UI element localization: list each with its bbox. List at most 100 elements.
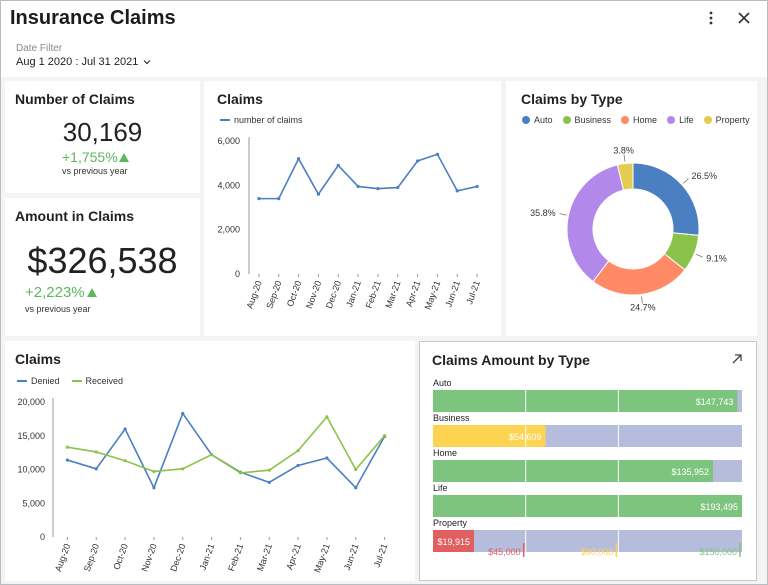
- x-tick-label: Mar-21: [255, 542, 274, 572]
- slice-value-label: 24.7%: [630, 302, 656, 312]
- kpi-amount-in-claims-card[interactable]: Amount in Claims $326,538 +2,223% vs pre…: [5, 198, 200, 336]
- kpi-amount-sub: vs previous year: [25, 304, 91, 314]
- data-point: [396, 185, 400, 190]
- y-tick-label: 10,000: [17, 465, 45, 475]
- x-tick-label: Feb-21: [364, 279, 383, 309]
- x-tick-label: Jul-21: [372, 542, 390, 568]
- slice-leader-line: [683, 178, 689, 184]
- x-tick-label: Jun-21: [342, 542, 361, 571]
- date-filter-value: Aug 1 2020 : Jul 31 2021: [16, 56, 139, 68]
- kpi-claims-sub: vs previous year: [62, 166, 128, 176]
- data-point: [257, 197, 261, 201]
- data-point: [325, 415, 329, 419]
- x-tick-label: Oct-20: [111, 542, 130, 571]
- slice-leader-line: [695, 253, 703, 258]
- data-point: [296, 463, 300, 468]
- bar-value-label: $193,495: [700, 502, 738, 512]
- data-point: [325, 456, 329, 460]
- data-point: [65, 445, 70, 449]
- x-tick-label: Dec-20: [324, 279, 343, 310]
- data-point: [267, 480, 271, 484]
- bar-life: [433, 495, 742, 517]
- x-tick-label: Dec-20: [168, 542, 187, 573]
- threshold-label: $150,000: [699, 547, 737, 557]
- arrow-up-icon: [86, 288, 97, 297]
- donut-slice-auto: [632, 162, 700, 236]
- data-point: [415, 159, 420, 163]
- bar-value-label: $135,952: [672, 467, 710, 477]
- series-line-received: [67, 415, 386, 474]
- bar-category-label: Business: [433, 413, 470, 423]
- x-tick-label: Sep-20: [82, 542, 101, 573]
- x-tick-label: May-21: [312, 542, 332, 574]
- bar-value-label: $147,743: [696, 397, 734, 407]
- series-line-number-of-claims: [258, 153, 478, 200]
- x-tick-label: Jan-21: [344, 279, 363, 308]
- x-tick-label: Jul-21: [464, 279, 482, 305]
- y-tick-label: 2,000: [217, 225, 240, 235]
- bar-value-label: $19,915: [437, 537, 470, 547]
- bar-category-label: Life: [433, 483, 448, 493]
- kpi-amount-value: $326,538: [27, 240, 178, 281]
- x-tick-label: May-21: [423, 279, 443, 311]
- data-point: [316, 192, 321, 196]
- data-point: [209, 453, 214, 457]
- data-point: [123, 459, 127, 463]
- dashboard-header: Insurance Claims Date Filter Aug 1 2020 …: [1, 1, 767, 77]
- x-tick-label: Nov-20: [139, 542, 158, 573]
- x-tick-label: Mar-21: [383, 279, 402, 309]
- data-point: [296, 157, 301, 161]
- bar-category-label: Auto: [433, 378, 452, 388]
- slice-leader-line: [559, 213, 567, 216]
- threshold-label: $45,000: [488, 547, 521, 557]
- bar-auto: [433, 390, 738, 412]
- data-point: [267, 468, 271, 472]
- threshold-label: $90,000: [581, 547, 614, 557]
- y-tick-label: 4,000: [217, 180, 240, 190]
- kpi-amount-delta: +2,223%: [25, 284, 97, 301]
- more-options-icon[interactable]: [702, 9, 720, 27]
- data-point: [152, 486, 156, 490]
- data-point: [123, 427, 127, 431]
- claims-dual-line-chart: 0 5,000 10,000 15,000 20,000 Aug-20 Sep-20 Oct-…: [17, 397, 390, 574]
- series-line-denied: [67, 411, 386, 490]
- slice-value-label: 35.8%: [530, 208, 556, 218]
- claims-by-type-card[interactable]: Claims by Type Auto Business Home Life Prope…: [506, 81, 757, 336]
- date-filter-label: Date Filter: [16, 43, 63, 54]
- y-tick-label: 0: [235, 269, 240, 279]
- claims-line-chart-card[interactable]: Claims number of claims 0 2,000 4,000 6,000…: [204, 81, 501, 336]
- claims-amount-by-type-card[interactable]: Claims Amount by Type Auto $147,743 Busine…: [419, 341, 757, 581]
- kpi-claims-title: Number of Claims: [15, 91, 135, 107]
- amount-by-type-bullet-chart: Auto $147,743 Business $54,609 Home $135,952 L…: [433, 378, 742, 557]
- donut-slice-life: [566, 164, 625, 283]
- data-point: [65, 458, 70, 462]
- claims-denied-received-card[interactable]: Claims Denied Received 0 5,000 10,000 15,00…: [5, 341, 415, 581]
- data-point: [238, 471, 243, 475]
- y-tick-label: 0: [40, 532, 45, 542]
- x-tick-label: Apr-21: [404, 279, 423, 308]
- y-tick-label: 5,000: [22, 498, 45, 508]
- claims-line-chart: 0 2,000 4,000 6,000 Aug-20 Sep-20 Oct-20 Nov-20…: [217, 136, 482, 311]
- data-point: [354, 467, 358, 472]
- bar-category-label: Property: [433, 518, 468, 528]
- y-tick-label: 20,000: [17, 397, 45, 407]
- data-point: [336, 163, 340, 167]
- x-tick-label: Jan-21: [198, 542, 217, 571]
- slice-value-label: 9.1%: [706, 253, 727, 263]
- data-point: [296, 449, 300, 453]
- close-icon[interactable]: [735, 9, 753, 27]
- slice-value-label: 26.5%: [691, 171, 717, 181]
- kpi-number-of-claims-card[interactable]: Number of Claims 30,169 +1,755% vs previ…: [5, 81, 200, 193]
- data-point: [181, 467, 185, 471]
- x-tick-label: Oct-20: [285, 279, 304, 308]
- data-point: [435, 152, 440, 156]
- x-tick-label: Aug-20: [53, 542, 72, 573]
- x-tick-label: Jun-21: [443, 279, 462, 308]
- date-filter-dropdown[interactable]: Aug 1 2020 : Jul 31 2021: [16, 56, 152, 68]
- data-point: [382, 434, 387, 438]
- data-point: [94, 450, 98, 454]
- page-title: Insurance Claims: [10, 7, 176, 29]
- arrow-up-icon: [118, 153, 129, 162]
- x-tick-label: Nov-20: [304, 279, 323, 310]
- kpi-amount-title: Amount in Claims: [15, 208, 135, 224]
